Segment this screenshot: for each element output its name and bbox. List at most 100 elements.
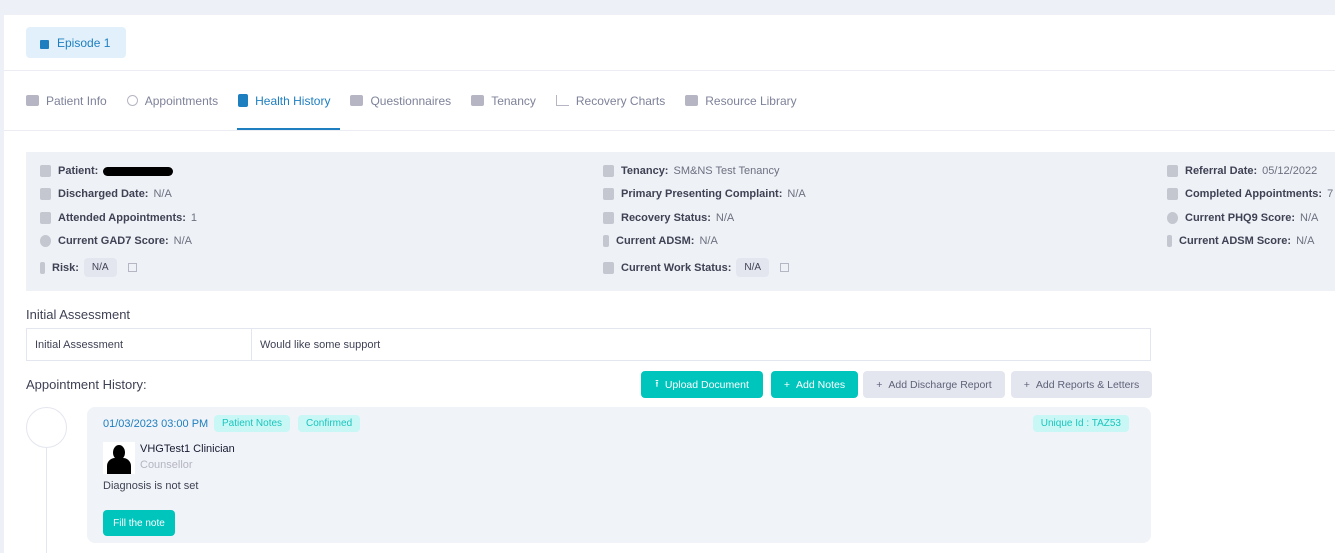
patient-row: Patient: [40,165,174,177]
tab-label: Recovery Charts [575,93,666,108]
value: SM&NS Test Tenancy [673,165,780,177]
tab-bar: Patient Info Appointments Health History… [26,71,817,131]
worker-icon [603,261,614,274]
phq9-row: Current PHQ9 Score: N/A [1167,212,1318,224]
user-icon [40,165,51,177]
type-badge: Patient Notes [214,415,291,432]
label: Current GAD7 Score: [58,235,169,247]
tab-label: Resource Library [705,93,797,108]
attended-row: Attended Appointments: 1 [40,212,197,224]
cell-value: Would like some support [251,328,1151,361]
add-notes-button[interactable]: + Add Notes [771,371,858,398]
syringe-icon [603,235,609,247]
label: Current PHQ9 Score: [1185,212,1296,224]
recovery-row: Recovery Status: N/A [603,212,734,224]
edit-icon[interactable] [780,263,790,272]
episode-label: Episode 1 [57,35,111,50]
add-discharge-report-button[interactable]: + Add Discharge Report [863,371,1005,398]
appointment-item: 01/03/2023 03:00 PM Patient Notes Confir… [87,407,1151,543]
tenancy-row: Tenancy: SM&NS Test Tenancy [603,165,779,177]
unlock-icon [40,40,49,49]
plus-icon: + [1023,378,1030,391]
line-chart-icon [555,95,569,106]
tab-questionnaires[interactable]: Questionnaires [350,71,461,130]
label: Current ADSM Score: [1179,235,1292,247]
avatar [103,442,135,474]
id-card-icon [26,95,39,106]
id-card-icon [685,95,699,106]
calendar-icon [40,188,51,200]
plus-icon: + [783,378,791,391]
label: Current Work Status: [621,261,732,274]
value: N/A [699,235,718,247]
value: N/A [1296,235,1315,247]
user-doctor-icon [603,188,614,200]
label: Upload Document [664,378,749,391]
tab-health-history[interactable]: Health History [237,71,341,130]
cell-label: Initial Assessment [26,328,252,361]
adsm-score-row: Current ADSM Score: N/A [1167,235,1314,247]
tab-label: Health History [255,93,331,108]
paperclip-icon [1167,235,1172,247]
initial-assessment-title: Initial Assessment [26,307,131,322]
tab-tenancy[interactable]: Tenancy [471,71,546,130]
adsm-row: Current ADSM: N/A [603,235,718,247]
work-value: N/A [736,258,770,277]
head-icon [40,235,51,247]
tab-recovery-charts[interactable]: Recovery Charts [555,71,675,130]
upload-document-button[interactable]: ⭱ Upload Document [641,371,763,398]
clinician-role: Counsellor [140,459,193,471]
file-medical-icon [238,94,249,107]
unique-id-badge: Unique Id : TAZ53 [1032,415,1129,432]
upload-icon: ⭱ [655,377,659,390]
value: 7 [1327,188,1334,200]
calendar-icon [1167,165,1178,177]
table-row: Initial Assessment Would like some suppo… [26,328,1151,361]
risk-row: Risk: N/A [40,258,137,277]
initial-assessment-table: Initial Assessment Would like some suppo… [26,328,1151,361]
label: Discharged Date: [58,188,149,200]
tab-label: Tenancy [491,93,536,108]
label: Attended Appointments: [58,212,186,224]
label: Completed Appointments: [1185,188,1323,200]
value: N/A [1300,212,1319,224]
value: N/A [173,235,192,247]
completed-row: Completed Appointments: 7 [1167,188,1333,200]
episode-button[interactable]: Episode 1 [26,27,126,58]
status-badge: Confirmed [298,415,361,432]
calendar-minus-icon [40,212,51,224]
value: N/A [153,188,172,200]
tab-patient-info[interactable]: Patient Info [26,71,117,130]
divider [4,130,1335,131]
referral-row: Referral Date: 05/12/2022 [1167,165,1317,177]
sitemap-icon [471,95,485,106]
edit-icon[interactable] [127,263,137,272]
patient-summary: Patient: Discharged Date: N/A Attended Ap… [26,152,1335,291]
clinician-name: VHGTest1 Clinician [140,443,235,455]
tab-appointments[interactable]: Appointments [126,71,228,130]
label: Tenancy: [621,165,669,177]
label: Add Notes [796,378,846,391]
calendar-check-icon [1167,188,1178,200]
value: 1 [190,212,198,224]
redacted-name [103,166,174,176]
main-card: Episode 1 Patient Info Appointments Heal… [4,15,1335,553]
building-icon [603,165,614,177]
discharged-row: Discharged Date: N/A [40,188,172,200]
label: Primary Presenting Complaint: [621,188,783,200]
label: Current ADSM: [616,235,695,247]
brain-icon [1167,212,1178,224]
tab-label: Appointments [144,93,219,108]
label: Referral Date: [1185,165,1258,177]
tab-label: Questionnaires [370,93,452,108]
paperclip-icon [40,261,45,274]
label: Add Discharge Report [888,378,992,391]
monitor-icon [603,212,614,224]
timeline-marker [26,407,67,448]
label: Add Reports & Letters [1035,378,1140,391]
fill-note-button[interactable]: Fill the note [103,510,175,536]
diagnosis-text: Diagnosis is not set [103,480,199,492]
timeline-line [46,447,47,553]
add-reports-letters-button[interactable]: + Add Reports & Letters [1011,371,1152,398]
tab-resource-library[interactable]: Resource Library [685,71,806,130]
